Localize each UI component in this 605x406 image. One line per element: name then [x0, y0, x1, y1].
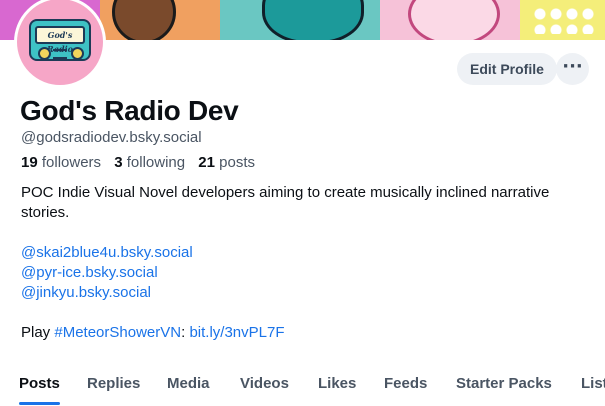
banner-dot-pattern — [532, 6, 596, 34]
banner-character — [112, 0, 176, 40]
following-count: 3 — [114, 154, 123, 171]
bio-play-line: Play #MeteorShowerVN: bit.ly/3nvPL7F — [21, 323, 591, 343]
radio-grill — [53, 49, 67, 59]
radio-knob — [38, 47, 51, 60]
profile-bio: POC Indie Visual Novel developers aiming… — [21, 183, 591, 343]
followers-count: 19 — [21, 154, 38, 171]
hashtag-link[interactable]: #MeteorShowerVN — [54, 324, 181, 341]
external-link[interactable]: bit.ly/3nvPL7F — [189, 324, 284, 341]
following-label: following — [126, 154, 186, 171]
ellipsis-icon: ··· — [562, 56, 583, 77]
mention-link[interactable]: @jinkyu.bsky.social — [21, 284, 151, 301]
active-tab-indicator — [19, 402, 60, 405]
posts-stat: 21 posts — [198, 154, 255, 171]
bio-description: POC Indie Visual Novel developers aiming… — [21, 184, 550, 221]
tab-feeds[interactable]: Feeds — [384, 374, 427, 394]
play-prefix: Play — [21, 324, 51, 341]
tab-videos[interactable]: Videos — [240, 374, 289, 394]
radio-logo: God's Radio — [29, 19, 91, 61]
following-link[interactable]: 3 following — [114, 154, 185, 171]
avatar[interactable]: God's Radio — [14, 0, 106, 88]
profile-stats: 19 followers 3 following 21 posts — [21, 153, 255, 173]
profile-tabs: Posts Replies Media Videos Likes Feeds S… — [0, 362, 605, 406]
posts-count: 21 — [198, 154, 215, 171]
tab-likes[interactable]: Likes — [318, 374, 356, 394]
tab-lists[interactable]: Lists — [581, 374, 605, 394]
mention-link[interactable]: @skai2blue4u.bsky.social — [21, 244, 193, 261]
mention-link[interactable]: @pyr-ice.bsky.social — [21, 264, 158, 281]
followers-label: followers — [41, 154, 102, 171]
banner-character — [262, 0, 364, 40]
profile-handle: @godsradiodev.bsky.social — [21, 129, 202, 146]
posts-label: posts — [219, 154, 255, 171]
edit-profile-button[interactable]: Edit Profile — [457, 53, 557, 85]
tab-media[interactable]: Media — [167, 374, 210, 394]
radio-logo-text: God's Radio — [35, 26, 85, 54]
radio-knob — [71, 47, 84, 60]
tab-replies[interactable]: Replies — [87, 374, 140, 394]
display-name: God's Radio Dev — [20, 95, 239, 126]
tab-starter-packs[interactable]: Starter Packs — [456, 374, 552, 394]
more-options-button[interactable]: ··· — [556, 53, 589, 85]
banner-character — [408, 0, 500, 40]
colon: : — [181, 324, 186, 341]
tab-posts[interactable]: Posts — [19, 374, 60, 394]
followers-link[interactable]: 19 followers — [21, 154, 101, 171]
